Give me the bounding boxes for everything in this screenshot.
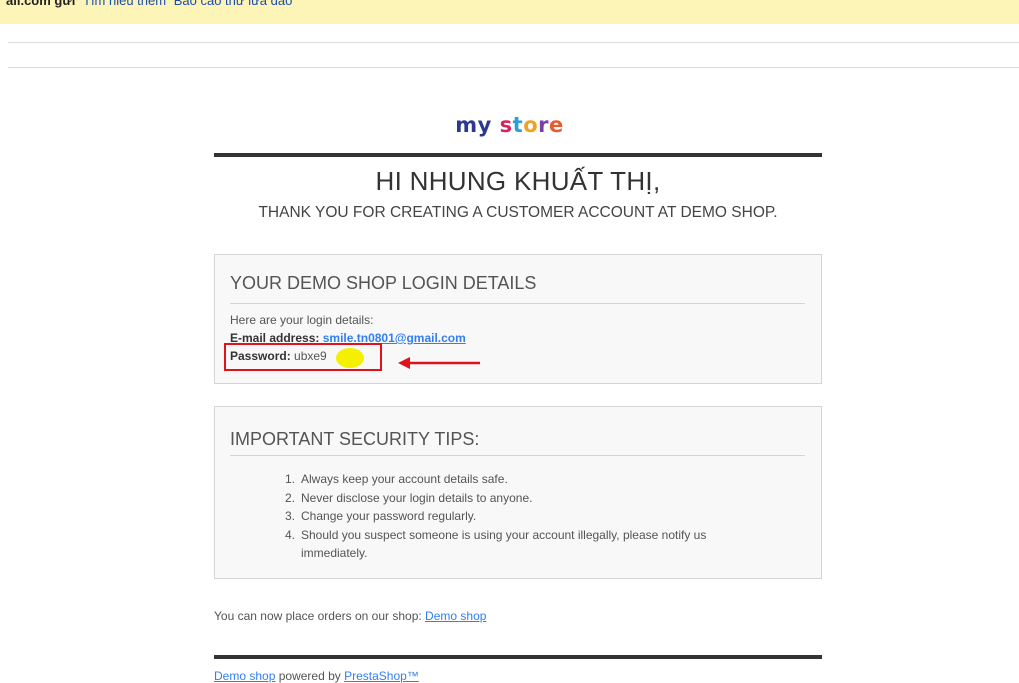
logo-word-my: my <box>455 113 492 137</box>
prestashop-link[interactable]: PrestaShop™ <box>344 669 419 683</box>
demo-shop-footer-link[interactable]: Demo shop <box>214 669 275 683</box>
login-intro: Here are your login details: <box>230 313 374 327</box>
store-logo: my store <box>0 113 1019 137</box>
greeting-heading: HI NHUNG KHUẤT THỊ, <box>375 166 661 196</box>
demo-shop-link[interactable]: Demo shop <box>425 609 486 623</box>
warning-sender-text: ail.com gửi <box>6 0 76 8</box>
logo-word-store: store <box>499 113 564 137</box>
box-divider <box>230 455 805 456</box>
security-tips-list: 1. Always keep your account details safe… <box>285 470 751 563</box>
list-item: 1. Always keep your account details safe… <box>285 472 508 486</box>
login-box-title: YOUR DEMO SHOP LOGIN DETAILS <box>230 273 537 293</box>
list-item: 3. Change your password regularly. <box>285 509 477 523</box>
greeting-subtitle: THANK YOU FOR CREATING A CUSTOMER ACCOUN… <box>258 204 778 221</box>
header-divider <box>214 153 822 157</box>
divider <box>8 67 1019 68</box>
order-info-text: You can now place orders on our shop: De… <box>214 609 487 623</box>
list-item: 4. Should you suspect someone is using y… <box>285 527 707 561</box>
password-highlight-box <box>224 343 382 371</box>
footer-credit: Demo shop powered by PrestaShop™ <box>214 669 419 683</box>
footer-divider <box>214 655 822 659</box>
learn-more-link[interactable]: Tìm hiểu thêm <box>83 0 166 8</box>
box-divider <box>230 303 805 304</box>
annotation-arrow-icon <box>398 357 480 369</box>
phishing-warning-bar: ail.com gửi Tìm hiểu thêm Báo cáo thư lừ… <box>0 0 1019 24</box>
report-phishing-link[interactable]: Báo cáo thư lừa đảo <box>174 0 293 8</box>
divider <box>8 42 1019 43</box>
security-box-title: IMPORTANT SECURITY TIPS: <box>230 429 480 449</box>
security-tips-box: IMPORTANT SECURITY TIPS: 1. Always keep … <box>214 406 822 579</box>
list-item: 2. Never disclose your login details to … <box>285 490 533 505</box>
